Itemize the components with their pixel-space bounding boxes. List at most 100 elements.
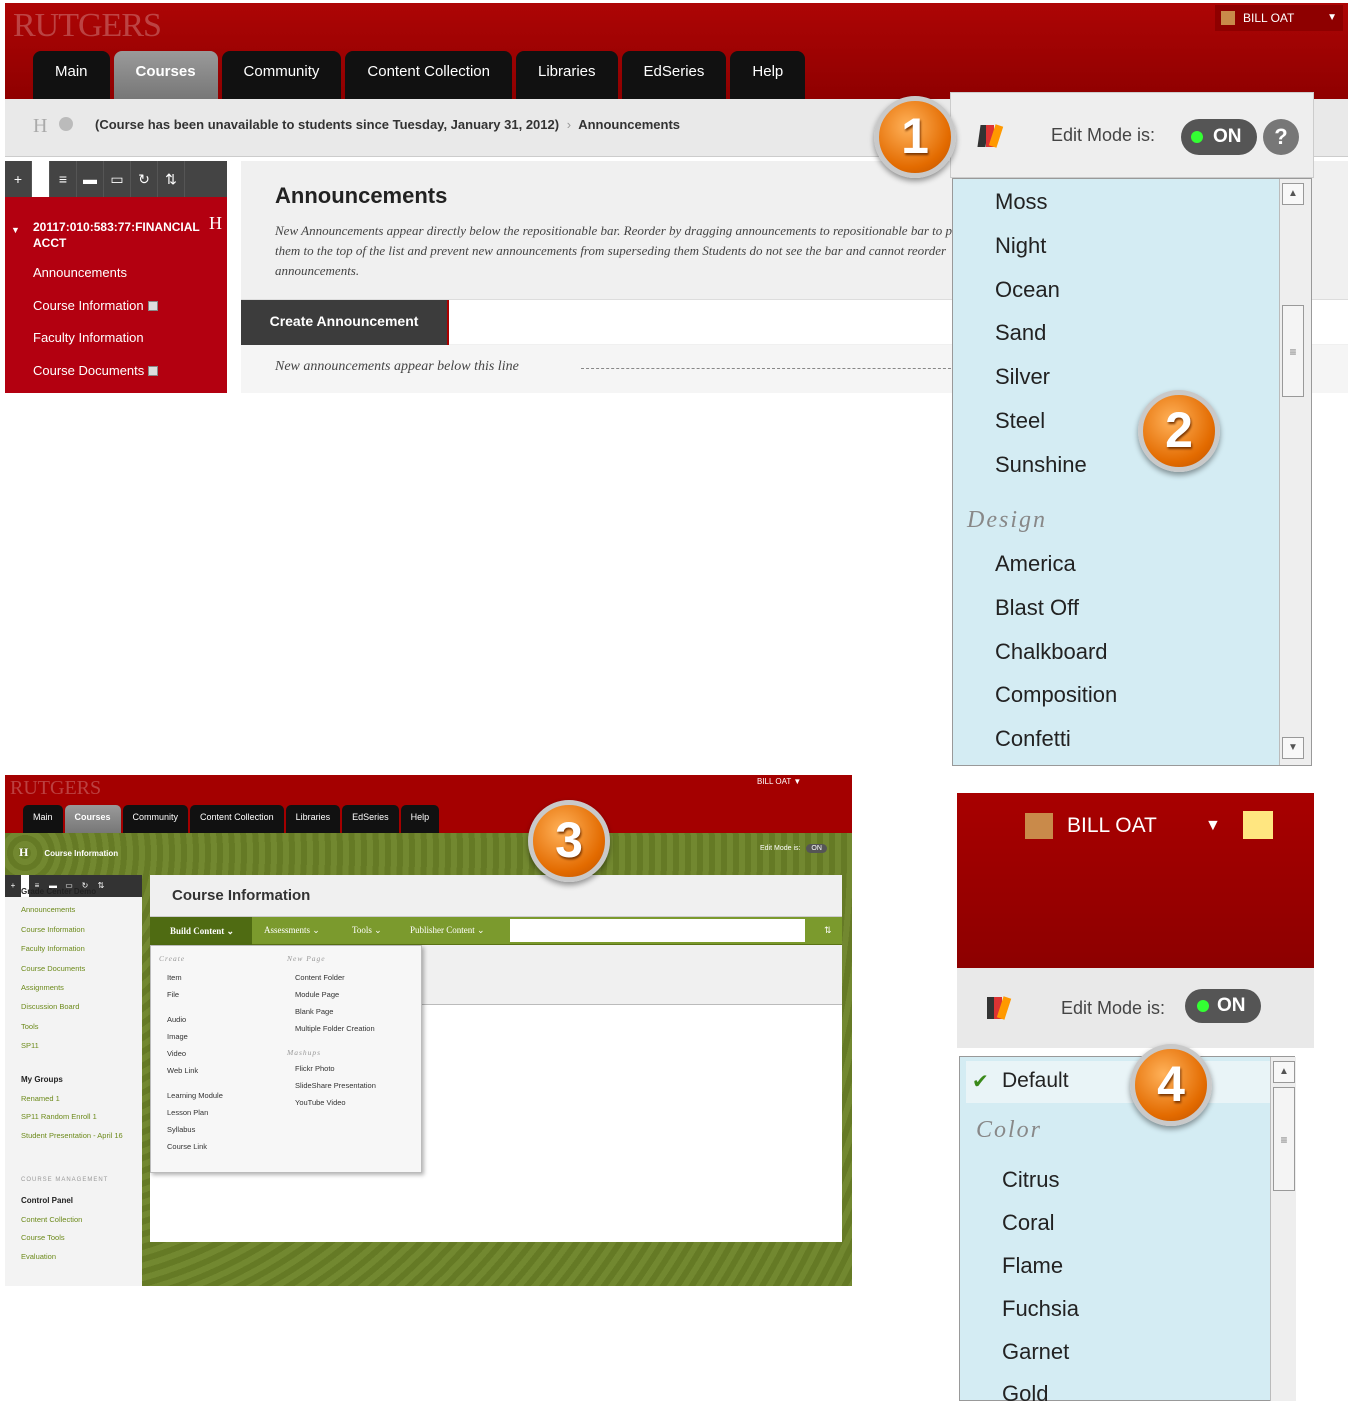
tab-main[interactable]: Main: [33, 51, 110, 99]
scroll-thumb[interactable]: ≡: [1273, 1087, 1295, 1191]
theme-option-confetti[interactable]: Confetti: [995, 726, 1071, 752]
theme-option-ocean[interactable]: Ocean: [995, 277, 1060, 303]
theme-option-night[interactable]: Night: [995, 233, 1046, 259]
nav-link-renamed-1[interactable]: Renamed 1: [21, 1094, 60, 1103]
nav-link-evaluation[interactable]: Evaluation: [21, 1252, 56, 1261]
nav-link-student-presentation-april-16[interactable]: Student Presentation - April 16: [21, 1131, 127, 1140]
chevron-down-icon[interactable]: [59, 117, 73, 131]
tab-libraries[interactable]: Libraries: [285, 805, 341, 833]
menu-item-item[interactable]: Item: [167, 973, 182, 982]
create-announcement-button[interactable]: Create Announcement: [241, 300, 449, 345]
nav-link-my-groups[interactable]: My Groups: [21, 1075, 63, 1084]
menu-item-multiple-folder-creation[interactable]: Multiple Folder Creation: [295, 1024, 375, 1033]
scroll-up-arrow-icon[interactable]: ▲: [1273, 1061, 1295, 1083]
tab-edseries[interactable]: EdSeries: [621, 51, 727, 99]
nav-link-sp11[interactable]: SP11: [21, 1041, 39, 1050]
theme-option-coral[interactable]: Coral: [1002, 1210, 1055, 1236]
nav-link-control-panel[interactable]: Control Panel: [21, 1196, 73, 1205]
nav-link-tools[interactable]: Tools: [21, 1022, 39, 1031]
collapse-triangle-icon[interactable]: ▼: [11, 222, 20, 238]
tab-main[interactable]: Main: [23, 805, 63, 833]
theme-palette-icon[interactable]: [985, 995, 1012, 1021]
nav-link-course-documents[interactable]: Course Documents: [21, 964, 85, 973]
nav-link-announcements[interactable]: Announcements: [33, 265, 158, 298]
theme-option-sunshine[interactable]: Sunshine: [995, 452, 1087, 478]
menu-item-slideshare-presentation[interactable]: SlideShare Presentation: [295, 1081, 376, 1090]
publisher-content-button[interactable]: Publisher Content ⌄: [410, 925, 485, 936]
build-content-button[interactable]: Build Content ⌄: [150, 917, 252, 945]
scroll-thumb[interactable]: ≡: [1282, 305, 1304, 397]
nav-link-faculty-information[interactable]: Faculty Information: [21, 944, 85, 953]
theme-option-blast-off[interactable]: Blast Off: [995, 595, 1079, 621]
menu-item-youtube-video[interactable]: YouTube Video: [295, 1098, 346, 1107]
sort-icon[interactable]: ⇅: [158, 161, 185, 197]
user-menu[interactable]: BILL OAT ▼: [757, 777, 801, 786]
edit-mode-toggle[interactable]: ON: [1185, 989, 1261, 1023]
menu-item-lesson-plan[interactable]: Lesson Plan: [167, 1108, 208, 1117]
tab-libraries[interactable]: Libraries: [515, 51, 618, 99]
tab-help[interactable]: Help: [730, 51, 806, 99]
breadcrumb-course[interactable]: (Course has been unavailable to students…: [95, 117, 559, 132]
tab-community[interactable]: Community: [221, 51, 342, 99]
edit-mode-toggle[interactable]: ON: [806, 844, 827, 853]
theme-option-gold[interactable]: Gold: [1002, 1381, 1048, 1401]
menu-item-syllabus[interactable]: Syllabus: [167, 1125, 195, 1134]
theme-list-scrollbar[interactable]: ▲ ≡: [1270, 1057, 1296, 1401]
nav-link-content-collection[interactable]: Content Collection: [21, 1215, 82, 1224]
add-menu-item-icon[interactable]: +: [5, 875, 21, 897]
scroll-up-arrow-icon[interactable]: ▲: [1282, 183, 1304, 205]
edit-mode-toggle[interactable]: ON: [1181, 119, 1257, 155]
nav-link-announcements[interactable]: Announcements: [21, 905, 75, 914]
add-menu-item-icon[interactable]: +: [5, 161, 32, 197]
theme-option-silver[interactable]: Silver: [995, 364, 1050, 390]
theme-option-america[interactable]: America: [995, 551, 1076, 577]
sort-icon[interactable]: ⇅: [824, 925, 832, 936]
nav-link-discussion-board[interactable]: Discussion Board: [21, 1002, 79, 1011]
user-menu[interactable]: BILL OAT ▼: [1025, 811, 1273, 841]
menu-item-video[interactable]: Video: [167, 1049, 186, 1058]
menu-item-blank-page[interactable]: Blank Page: [295, 1007, 333, 1016]
theme-option-sand[interactable]: Sand: [995, 320, 1046, 346]
theme-option-moss[interactable]: Moss: [995, 189, 1048, 215]
tab-edseries[interactable]: EdSeries: [342, 805, 399, 833]
course-home-icon[interactable]: H: [33, 115, 47, 138]
theme-option-composition[interactable]: Composition: [995, 682, 1117, 708]
tab-help[interactable]: Help: [400, 805, 440, 833]
scroll-down-arrow-icon[interactable]: ▼: [1282, 737, 1304, 759]
refresh-icon[interactable]: ↻: [131, 161, 158, 197]
tab-community[interactable]: Community: [122, 805, 189, 833]
tab-content-collection[interactable]: Content Collection: [345, 51, 512, 99]
theme-option-garnet[interactable]: Garnet: [1002, 1339, 1069, 1365]
folder-view-icon[interactable]: ▬: [77, 161, 104, 197]
assessments-button[interactable]: Assessments ⌄: [264, 925, 320, 936]
logout-icon[interactable]: [1243, 811, 1273, 839]
nav-link-course-documents[interactable]: Course Documents: [33, 363, 159, 394]
theme-option-steel[interactable]: Steel: [995, 408, 1045, 434]
menu-item-audio[interactable]: Audio: [167, 1015, 186, 1024]
nav-link-assignments[interactable]: Assignments: [21, 983, 64, 992]
nav-link-course-tools[interactable]: Course Tools: [21, 1233, 65, 1242]
nav-link-grade-center-demo[interactable]: Grade Center Demo: [21, 887, 96, 896]
nav-link-sp11-random-enroll-1[interactable]: SP11 Random Enroll 1: [21, 1112, 97, 1121]
course-home-icon[interactable]: H: [209, 214, 222, 232]
theme-option-citrus[interactable]: Citrus: [1002, 1167, 1059, 1193]
menu-item-module-page[interactable]: Module Page: [295, 990, 339, 999]
course-title[interactable]: ▼ 20117:010:583:77:FINANCIAL ACCT H: [11, 214, 223, 251]
theme-option-fuchsia[interactable]: Fuchsia: [1002, 1296, 1079, 1322]
tab-courses[interactable]: Courses: [64, 805, 121, 833]
menu-item-web-link[interactable]: Web Link: [167, 1066, 198, 1075]
menu-item-content-folder[interactable]: Content Folder: [295, 973, 345, 982]
tab-courses[interactable]: Courses: [113, 51, 218, 99]
menu-item-image[interactable]: Image: [167, 1032, 188, 1041]
tools-button[interactable]: Tools ⌄: [352, 925, 382, 936]
menu-item-file[interactable]: File: [167, 990, 179, 999]
course-home-icon[interactable]: H: [19, 845, 28, 859]
nav-link-course-information[interactable]: Course Information: [33, 298, 158, 331]
list-view-icon[interactable]: ≡: [50, 161, 77, 197]
window-view-icon[interactable]: ▭: [104, 161, 131, 197]
user-menu[interactable]: BILL OAT ▼: [1215, 5, 1343, 31]
menu-item-flickr-photo[interactable]: Flickr Photo: [295, 1064, 335, 1073]
help-icon[interactable]: ?: [1263, 119, 1299, 155]
theme-option-default[interactable]: ✔ Default: [966, 1061, 1274, 1103]
theme-option-chalkboard[interactable]: Chalkboard: [995, 639, 1108, 665]
